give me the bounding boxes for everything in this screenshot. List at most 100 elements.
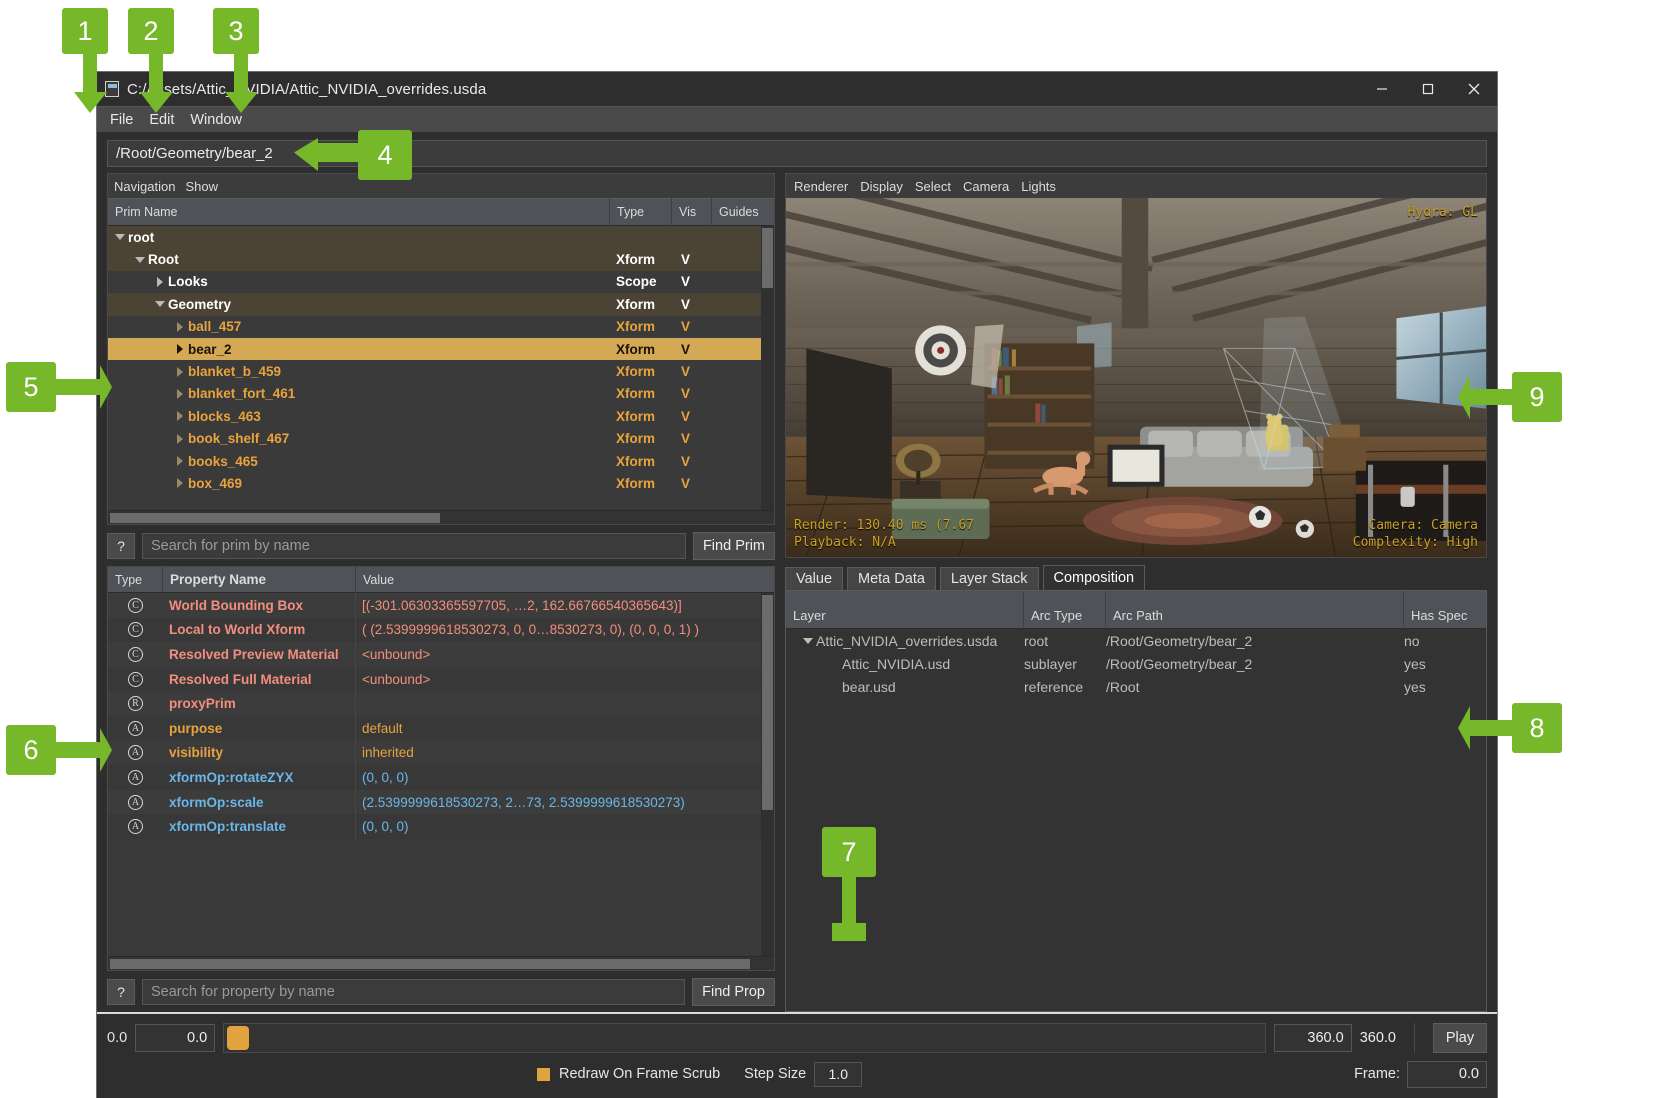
timeline-start-input[interactable]: 0.0	[135, 1024, 216, 1052]
expander-icon[interactable]	[172, 433, 188, 444]
tree-horizontal-scrollbar[interactable]	[108, 510, 774, 524]
prim-name-cell[interactable]: Looks	[108, 271, 610, 293]
property-vscroll-thumb[interactable]	[762, 595, 773, 810]
viewport-menu-display[interactable]: Display	[860, 179, 903, 194]
minimize-button[interactable]	[1359, 72, 1405, 106]
viewport-3d-render[interactable]: Hydra: GL Render: 130.40 ms (7.67 Playba…	[786, 198, 1486, 557]
timeline-slider-track[interactable]	[223, 1023, 1266, 1053]
property-value-cell[interactable]: inherited	[356, 741, 774, 766]
composition-col-has-spec[interactable]: Has Spec	[1404, 591, 1486, 629]
property-value-cell[interactable]: <unbound>	[356, 642, 774, 667]
prim-name-cell[interactable]: books_465	[108, 450, 610, 472]
find-prop-button[interactable]: Find Prop	[692, 978, 775, 1006]
property-name-cell[interactable]: Local to World Xform	[163, 617, 356, 643]
tree-hscroll-thumb[interactable]	[110, 513, 440, 523]
prim-search-input[interactable]: Search for prim by name	[142, 533, 686, 559]
prim-name-cell[interactable]: Root	[108, 248, 610, 270]
composition-layer-cell[interactable]: Attic_NVIDIA_overrides.usda	[786, 633, 1024, 649]
prim-name-cell[interactable]: blocks_463	[108, 405, 610, 427]
tab-value[interactable]: Value	[785, 567, 844, 590]
prim-vis-cell[interactable]	[672, 226, 712, 248]
tree-vscroll-thumb[interactable]	[762, 228, 773, 288]
property-row[interactable]: C Resolved Full Material <unbound>	[108, 666, 774, 692]
tree-vertical-scrollbar[interactable]	[761, 226, 774, 510]
prim-vis-cell[interactable]: V	[672, 428, 712, 450]
property-name-cell[interactable]: xformOp:scale	[163, 789, 356, 815]
prim-vis-cell[interactable]: V	[672, 293, 712, 315]
property-value-cell[interactable]: default	[356, 716, 774, 741]
property-row[interactable]: AxformOp:scale (2.5399999618530273, 2…73,…	[108, 789, 774, 815]
composition-row[interactable]: bear.usd reference/Root yes	[786, 675, 1486, 698]
prim-tree-row[interactable]: book_shelf_467 Xform V	[108, 427, 774, 450]
expander-icon[interactable]	[172, 478, 188, 489]
prim-tree-row[interactable]: blanket_fort_461 Xform V	[108, 382, 774, 406]
expander-icon[interactable]	[132, 255, 148, 265]
redraw-toggle[interactable]: Redraw On Frame Scrub	[537, 1066, 720, 1082]
property-value-cell[interactable]: (2.5399999618530273, 2…73, 2.53999996185…	[356, 790, 774, 815]
property-col-name[interactable]: Property Name	[163, 565, 356, 594]
property-row[interactable]: C Resolved Preview Material <unbound>	[108, 642, 774, 667]
property-vertical-scrollbar[interactable]	[761, 593, 774, 956]
property-col-type[interactable]: Type	[108, 565, 163, 594]
play-button[interactable]: Play	[1433, 1023, 1487, 1053]
expander-icon[interactable]	[172, 344, 188, 355]
composition-layer-cell[interactable]: bear.usd	[786, 679, 1024, 695]
prim-tree-row[interactable]: root	[108, 226, 774, 249]
prim-tree-row[interactable]: books_465 Xform V	[108, 449, 774, 473]
property-row[interactable]: Apurpose default	[108, 715, 774, 741]
prim-vis-cell[interactable]: V	[672, 248, 712, 270]
property-name-cell[interactable]: World Bounding Box	[163, 593, 356, 618]
prim-name-cell[interactable]: root	[108, 226, 610, 248]
prim-name-cell[interactable]: blanket_fort_461	[108, 383, 610, 405]
property-value-cell[interactable]	[356, 691, 774, 716]
property-name-cell[interactable]: Resolved Full Material	[163, 666, 356, 692]
property-name-cell[interactable]: purpose	[163, 715, 356, 741]
expander-icon[interactable]	[112, 232, 128, 242]
timeline-slider-handle[interactable]	[227, 1026, 250, 1050]
composition-expander-icon[interactable]	[800, 636, 816, 646]
viewport-menu-renderer[interactable]: Renderer	[794, 179, 848, 194]
property-value-cell[interactable]: [(-301.06303365597705, …2, 162.667665403…	[356, 593, 774, 618]
tree-col-type[interactable]: Type	[610, 198, 672, 226]
expander-icon[interactable]	[172, 456, 188, 467]
tab-composition[interactable]: Composition	[1042, 565, 1146, 590]
prim-vis-cell[interactable]: V	[672, 316, 712, 338]
prim-name-cell[interactable]: Geometry	[108, 293, 610, 315]
property-row[interactable]: C World Bounding Box [(-301.06303365597705…	[108, 593, 774, 618]
expander-icon[interactable]	[152, 276, 168, 287]
close-button[interactable]	[1451, 72, 1497, 106]
composition-col-arc-type[interactable]: Arc Type	[1024, 590, 1106, 629]
tree-menu-navigation[interactable]: Navigation	[114, 179, 175, 194]
property-name-cell[interactable]: proxyPrim	[163, 691, 356, 716]
prim-vis-cell[interactable]: V	[672, 360, 712, 382]
prim-name-cell[interactable]: ball_457	[108, 316, 610, 338]
prim-tree-row[interactable]: Looks Scope V	[108, 270, 774, 294]
prim-tree-row[interactable]: Geometry Xform V	[108, 293, 774, 316]
tab-meta-data[interactable]: Meta Data	[847, 567, 936, 590]
expander-icon[interactable]	[172, 411, 188, 422]
property-hscroll-thumb[interactable]	[110, 959, 750, 969]
property-row[interactable]: AxformOp:rotateZYX (0, 0, 0)	[108, 765, 774, 790]
prim-name-cell[interactable]: box_469	[108, 472, 610, 494]
property-value-cell[interactable]: (0, 0, 0)	[356, 765, 774, 790]
prim-vis-cell[interactable]: V	[672, 405, 712, 427]
property-search-help-button[interactable]: ?	[107, 979, 135, 1005]
tree-col-guides[interactable]: Guides	[712, 198, 774, 226]
prim-tree-row[interactable]: box_469 Xform V	[108, 472, 774, 495]
property-name-cell[interactable]: visibility	[163, 740, 356, 766]
prim-vis-cell[interactable]: V	[672, 338, 712, 360]
tree-menu-show[interactable]: Show	[185, 179, 218, 194]
prim-vis-cell[interactable]: V	[672, 450, 712, 472]
property-row[interactable]: RproxyPrim	[108, 691, 774, 716]
prim-tree-row[interactable]: bear_2 Xform V	[108, 337, 774, 361]
expander-icon[interactable]	[172, 366, 188, 377]
prim-tree-row[interactable]: blanket_b_459 Xform V	[108, 360, 774, 383]
composition-row[interactable]: Attic_NVIDIA_overrides.usda root/Root/Geo…	[786, 629, 1486, 652]
prim-tree-row[interactable]: Root Xform V	[108, 248, 774, 271]
composition-col-layer[interactable]: Layer	[786, 590, 1024, 629]
prim-vis-cell[interactable]: V	[672, 383, 712, 405]
maximize-button[interactable]	[1405, 72, 1451, 106]
prim-name-cell[interactable]: bear_2	[108, 338, 610, 360]
property-search-input[interactable]: Search for property by name	[142, 979, 686, 1005]
frame-input[interactable]: 0.0	[1407, 1060, 1487, 1088]
